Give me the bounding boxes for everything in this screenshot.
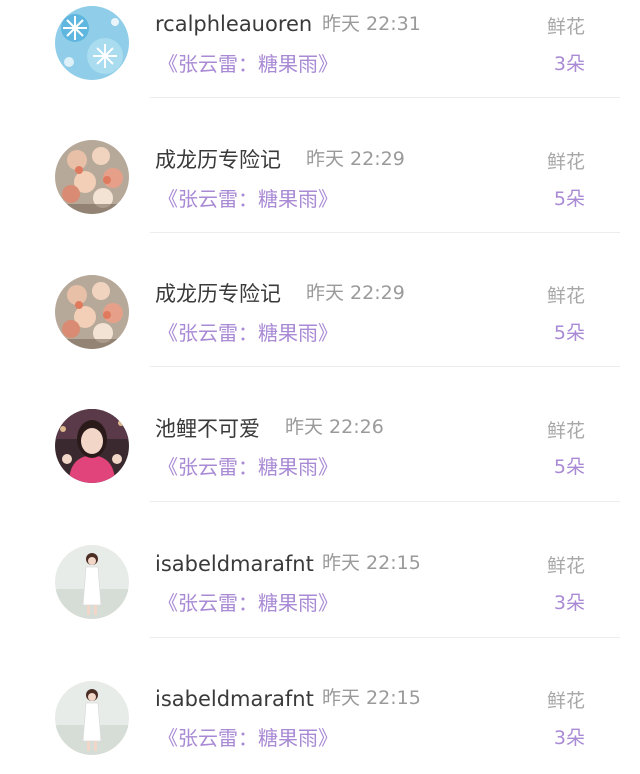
- flowers-avatar-icon: [55, 275, 129, 349]
- gift-name: 鲜花: [546, 151, 585, 173]
- avatar[interactable]: [55, 275, 129, 349]
- gift-count: 3朵: [553, 53, 585, 75]
- avatar[interactable]: [55, 409, 129, 483]
- avatar[interactable]: [55, 545, 129, 619]
- timestamp: 昨天 22:29: [306, 148, 405, 170]
- gift-record-list: rcalphleauoren 昨天 22:31 《张云雷：糖果雨》 鲜花 3朵 …: [0, 0, 640, 774]
- gift-count: 3朵: [553, 727, 585, 749]
- timestamp: 昨天 22:15: [322, 552, 421, 574]
- username[interactable]: isabeldmarafnt: [155, 686, 314, 712]
- gift-name: 鲜花: [546, 285, 585, 307]
- timestamp: 昨天 22:29: [306, 282, 405, 304]
- avatar[interactable]: [55, 681, 129, 755]
- flowers-avatar-icon: [55, 140, 129, 214]
- gift-count: 5朵: [553, 188, 585, 210]
- woman-white-dress-avatar-icon: [55, 681, 129, 755]
- list-item[interactable]: rcalphleauoren 昨天 22:31 《张云雷：糖果雨》 鲜花 3朵: [0, 0, 640, 134]
- timestamp: 昨天 22:15: [322, 687, 421, 709]
- divider: [150, 637, 620, 638]
- gift-count: 5朵: [553, 456, 585, 478]
- woman-white-dress-avatar-icon: [55, 545, 129, 619]
- song-title[interactable]: 《张云雷：糖果雨》: [158, 186, 338, 212]
- divider: [150, 97, 620, 98]
- gift-name: 鲜花: [546, 420, 585, 442]
- list-item[interactable]: 成龙历专险记 昨天 22:29 《张云雷：糖果雨》 鲜花 5朵: [0, 268, 640, 402]
- username[interactable]: isabeldmarafnt: [155, 551, 314, 577]
- song-title[interactable]: 《张云雷：糖果雨》: [158, 320, 338, 346]
- avatar[interactable]: [55, 140, 129, 214]
- divider: [150, 232, 620, 233]
- list-item[interactable]: 成龙历专险记 昨天 22:29 《张云雷：糖果雨》 鲜花 5朵: [0, 134, 640, 268]
- gift-count: 5朵: [553, 322, 585, 344]
- timestamp: 昨天 22:26: [285, 416, 384, 438]
- username[interactable]: 成龙历专险记: [155, 147, 281, 173]
- list-item[interactable]: isabeldmarafnt 昨天 22:15 《张云雷：糖果雨》 鲜花 3朵: [0, 672, 640, 774]
- list-item[interactable]: 池鲤不可爱 昨天 22:26 《张云雷：糖果雨》 鲜花 5朵: [0, 402, 640, 536]
- gift-count: 3朵: [553, 592, 585, 614]
- list-item[interactable]: isabeldmarafnt 昨天 22:15 《张云雷：糖果雨》 鲜花 3朵: [0, 537, 640, 671]
- song-title[interactable]: 《张云雷：糖果雨》: [158, 590, 338, 616]
- snowflake-avatar-icon: [55, 6, 129, 80]
- divider: [150, 366, 620, 367]
- gift-name: 鲜花: [546, 555, 585, 577]
- gift-name: 鲜花: [546, 690, 585, 712]
- song-title[interactable]: 《张云雷：糖果雨》: [158, 454, 338, 480]
- song-title[interactable]: 《张云雷：糖果雨》: [158, 725, 338, 751]
- divider: [150, 501, 620, 502]
- song-title[interactable]: 《张云雷：糖果雨》: [158, 51, 338, 77]
- girl-photo-avatar-icon: [55, 409, 129, 483]
- username[interactable]: rcalphleauoren: [155, 11, 312, 37]
- gift-name: 鲜花: [546, 16, 585, 38]
- username[interactable]: 池鲤不可爱: [155, 416, 260, 442]
- avatar[interactable]: [55, 6, 129, 80]
- username[interactable]: 成龙历专险记: [155, 281, 281, 307]
- timestamp: 昨天 22:31: [322, 13, 421, 35]
